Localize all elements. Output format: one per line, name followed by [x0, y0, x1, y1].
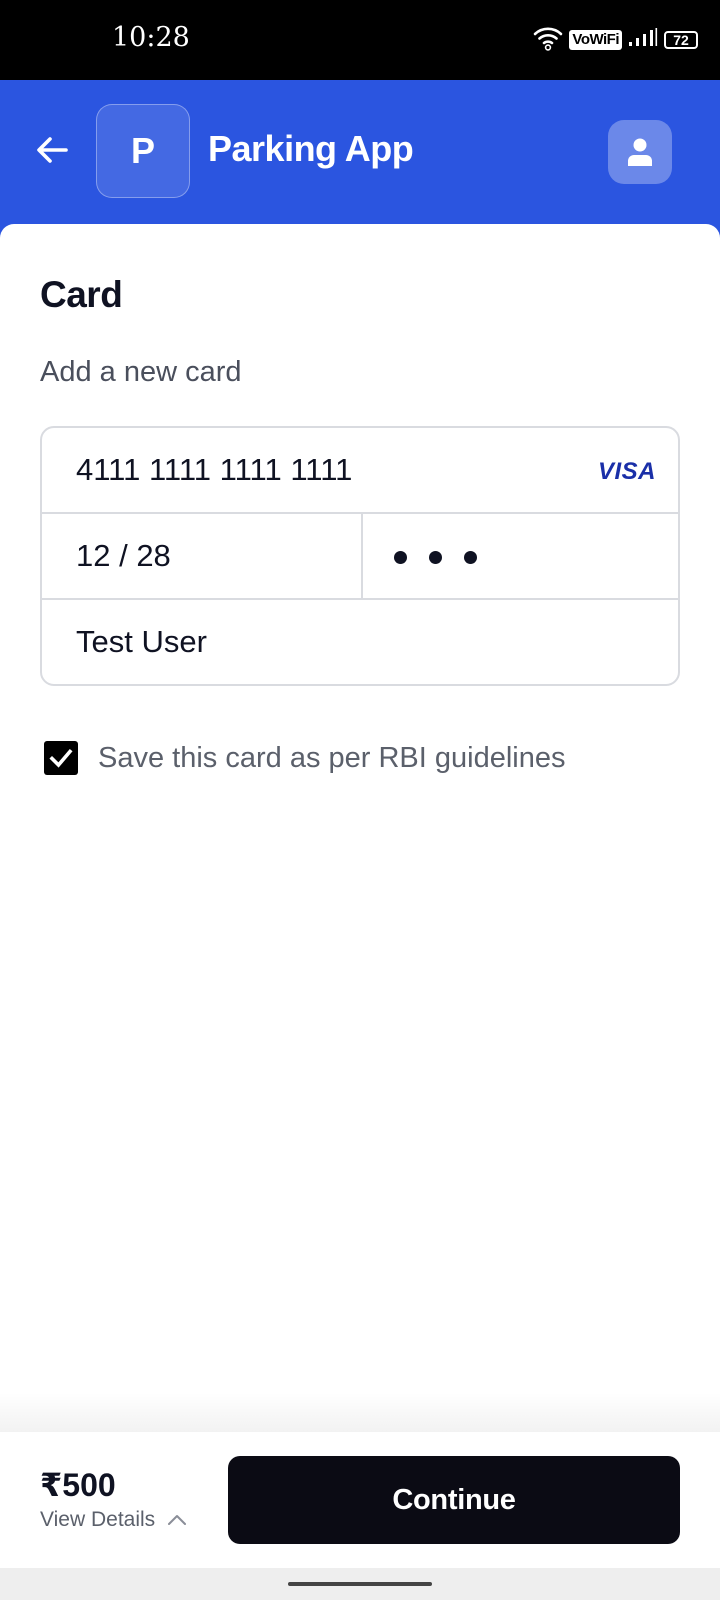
view-details-label: View Details — [40, 1508, 156, 1531]
home-indicator[interactable] — [288, 1582, 432, 1586]
battery-icon: 72 — [664, 31, 698, 49]
card-holder-field[interactable]: Test User — [76, 624, 207, 660]
status-icons: VoWiFi 72 — [533, 26, 698, 54]
logo-letter: P — [130, 130, 155, 171]
cvv-dot — [429, 550, 442, 564]
card-content: Card Add a new card 4111 1111 1111 1111 … — [0, 224, 720, 1432]
cvv-field[interactable] — [394, 540, 477, 574]
user-icon — [628, 138, 652, 166]
save-card-row[interactable]: Save this card as per RBI guidelines — [40, 738, 565, 778]
status-bar: 10:28 VoWiFi 72 — [0, 0, 720, 80]
holder-name-row[interactable]: Test User — [42, 600, 678, 684]
vowifi-label: VoWiFi — [569, 30, 622, 50]
card-number-field[interactable]: 4111 1111 1111 1111 — [76, 452, 352, 488]
system-nav-bar — [0, 1568, 720, 1600]
checkout-footer: ₹500 View Details Continue — [0, 1432, 720, 1568]
wifi-icon — [533, 25, 563, 56]
card-number-row[interactable]: 4111 1111 1111 1111 VISA — [42, 428, 678, 514]
back-button[interactable] — [32, 130, 72, 170]
signal-icon — [628, 26, 658, 55]
save-card-label: Save this card as per RBI guidelines — [98, 741, 566, 774]
status-time: 10:28 — [112, 22, 190, 53]
section-subtitle: Add a new card — [40, 356, 242, 388]
app-logo: P — [96, 104, 190, 198]
cvv-dot — [464, 550, 477, 564]
save-card-checkbox[interactable] — [44, 741, 78, 775]
cvv-dot — [394, 550, 407, 564]
app-title: Parking App — [208, 128, 414, 169]
visa-logo: VISA — [597, 458, 656, 485]
continue-button[interactable]: Continue — [228, 1456, 680, 1544]
card-form: 4111 1111 1111 1111 VISA 12 / 28 Test Us… — [40, 426, 680, 686]
field-divider — [361, 514, 363, 600]
view-details-link[interactable]: View Details — [40, 1508, 187, 1532]
chevron-up-icon — [168, 1515, 187, 1525]
checkmark-icon — [49, 748, 73, 768]
total-amount: ₹500 — [40, 1467, 116, 1503]
section-title: Card — [40, 274, 123, 315]
footer-shadow — [0, 1392, 720, 1432]
expiry-cvv-row: 12 / 28 — [42, 514, 678, 600]
arrow-left-icon — [37, 137, 68, 163]
app-header: P Parking App — [0, 80, 720, 240]
battery-level: 72 — [673, 32, 689, 48]
expiry-field[interactable]: 12 / 28 — [76, 538, 171, 574]
profile-button[interactable] — [608, 120, 672, 184]
